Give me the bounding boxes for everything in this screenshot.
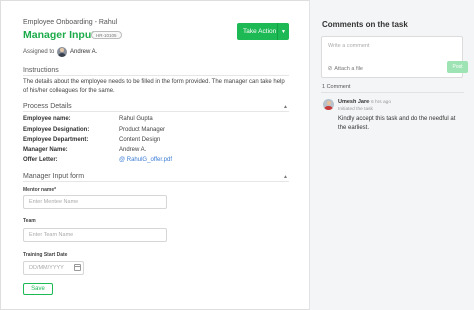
- avatar: [323, 99, 334, 110]
- task-panel: Employee Onboarding - Rahul Manager Inpu…: [0, 0, 309, 310]
- avatar: [57, 47, 67, 57]
- save-button[interactable]: Save: [23, 283, 53, 295]
- process-details-heading[interactable]: Process Details: [23, 103, 72, 110]
- attach-file-label: Attach a file: [334, 66, 363, 72]
- assigned-to-label: Assigned to: [23, 49, 55, 55]
- detail-value: Rahul Gupta: [119, 116, 153, 122]
- post-button[interactable]: Post: [447, 61, 468, 73]
- training-start-date-label: Training Start Date: [23, 252, 68, 258]
- task-id-badge: HR-10105: [91, 31, 122, 39]
- divider: [23, 75, 289, 76]
- divider: [321, 92, 464, 93]
- mentor-name-input[interactable]: Enter Mentee Name: [23, 195, 167, 209]
- page-title: Manager Input: [23, 29, 95, 41]
- divider: [23, 181, 289, 182]
- comment-author[interactable]: Umesh Jare: [338, 99, 369, 105]
- attach-file-button[interactable]: ⊘ Attach a file: [327, 65, 363, 72]
- detail-label: Employee Designation:: [23, 127, 90, 133]
- breadcrumb[interactable]: Employee Onboarding - Rahul: [23, 19, 117, 26]
- comment-placeholder: Write a comment: [328, 43, 370, 49]
- comments-title: Comments on the task: [322, 20, 408, 29]
- comments-panel: Comments on the task Write a comment ⊘ A…: [309, 0, 474, 310]
- mentor-name-label: Mentor name*: [23, 187, 57, 193]
- chevron-up-icon[interactable]: ▲: [283, 174, 288, 180]
- comment-count: 1 Comment: [322, 84, 351, 90]
- instructions-heading: Instructions: [23, 67, 59, 74]
- detail-value: Andrew A.: [119, 147, 147, 153]
- comment-time: • 6 hrs ago: [368, 99, 392, 105]
- take-action-button[interactable]: Take Action ▼: [237, 23, 289, 40]
- calendar-icon[interactable]: [74, 264, 81, 271]
- detail-label: Employee name:: [23, 116, 71, 122]
- instructions-text: The details about the employee needs to …: [23, 79, 285, 94]
- paperclip-icon: ⊘: [327, 66, 333, 72]
- offer-letter-link[interactable]: @ RahulG_offer.pdf: [119, 157, 172, 163]
- comment-input[interactable]: Write a comment ⊘ Attach a file Post: [321, 36, 468, 78]
- detail-label: Offer Letter:: [23, 157, 58, 163]
- detail-value: Product Manager: [119, 127, 166, 133]
- comment-text: Kindly accept this task and do the needf…: [338, 116, 456, 131]
- detail-value: Content Design: [119, 137, 161, 143]
- detail-label: Manager Name:: [23, 147, 68, 153]
- take-action-label: Take Action: [243, 28, 277, 35]
- team-label: Team: [23, 218, 36, 224]
- assignee-name[interactable]: Andrew A.: [70, 49, 97, 55]
- detail-label: Employee Department:: [23, 137, 89, 143]
- comment-subtitle: Initiated the task: [338, 107, 373, 112]
- chevron-down-icon[interactable]: ▼: [278, 29, 289, 35]
- team-input[interactable]: Enter Team Name: [23, 228, 167, 242]
- chevron-up-icon[interactable]: ▲: [283, 104, 288, 110]
- divider: [23, 111, 289, 112]
- form-heading[interactable]: Manager Input form: [23, 173, 84, 180]
